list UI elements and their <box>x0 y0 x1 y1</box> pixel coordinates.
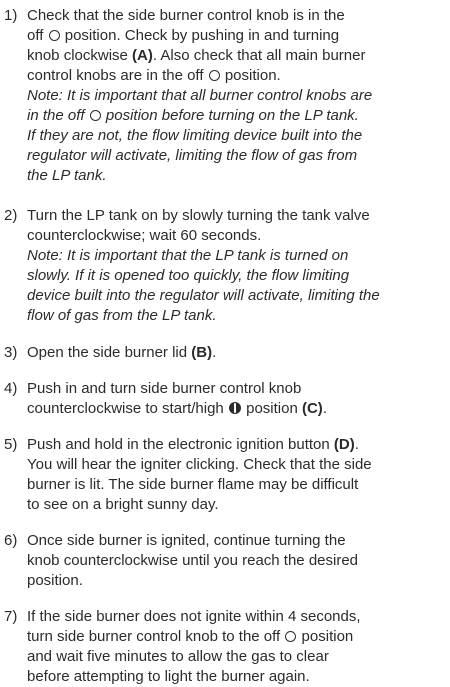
text-line: off position. Check by pushing in and tu… <box>27 27 340 44</box>
text-line: control knobs are in the off position. <box>27 67 281 84</box>
note-text: the LP tank. <box>27 167 107 184</box>
step-number: 1) <box>4 7 18 24</box>
step-text: Turn the LP tank on by slowly turning th… <box>27 206 450 326</box>
text-line: Note: It is important that all burner co… <box>27 86 450 106</box>
figure-ref: (B) <box>191 344 213 361</box>
step-text: Once side burner is ignited, continue tu… <box>27 531 450 591</box>
text-line: Once side burner is ignited, continue tu… <box>27 532 346 549</box>
text-line: knob clockwise (A). Also check that all … <box>27 47 366 64</box>
high-position-icon <box>228 402 241 414</box>
text-line: Check that the side burner control knob … <box>27 7 345 24</box>
step-number: 2) <box>4 207 18 224</box>
text-line: Push in and turn side burner control kno… <box>27 380 302 397</box>
note-text: Note: It is important that all burner co… <box>27 87 373 104</box>
step-text: Push and hold in the electronic ignition… <box>27 435 450 515</box>
text-line: before attempting to light the burner ag… <box>27 668 310 685</box>
text-line: position. <box>27 572 83 589</box>
text-line: to see on a bright sunny day. <box>27 496 219 513</box>
text-line: counterclockwise to start/high position … <box>27 400 327 417</box>
text-line: burner is lit. The side burner flame may… <box>27 476 359 493</box>
note-text: flow of gas from the LP tank. <box>27 307 217 324</box>
text-line: Open the side burner lid (B). <box>27 344 217 361</box>
step-number: 4) <box>4 380 18 397</box>
text-line: You will hear the igniter clicking. Chec… <box>27 456 372 473</box>
off-position-icon <box>89 110 101 121</box>
note-text: Note: It is important that the LP tank i… <box>27 247 349 264</box>
off-position-icon <box>285 631 297 642</box>
text-line: and wait five minutes to allow the gas t… <box>27 648 329 665</box>
text-line: Note: It is important that the LP tank i… <box>27 246 450 266</box>
step-text: Check that the side burner control knob … <box>27 6 450 186</box>
figure-ref: (D) <box>333 436 355 453</box>
text-line: counterclockwise; wait 60 seconds. <box>27 227 262 244</box>
step-number: 7) <box>4 608 18 625</box>
note-text: position before turning on the LP tank. <box>101 107 359 124</box>
note-text: in the off <box>27 107 89 124</box>
note-text: If they are not, the flow limiting devic… <box>27 127 363 144</box>
step-text: Push in and turn side burner control kno… <box>27 379 450 419</box>
text-line: slowly. If it is opened too quickly, the… <box>27 266 450 286</box>
figure-ref: (A) <box>132 47 153 64</box>
off-position-icon <box>48 30 60 41</box>
text-line: device built into the regulator will act… <box>27 286 450 306</box>
figure-ref: (C) <box>301 400 323 417</box>
note-text: slowly. If it is opened too quickly, the… <box>27 267 350 284</box>
step-text: Open the side burner lid (B). <box>27 343 450 363</box>
step-number: 5) <box>4 436 18 453</box>
step-number: 3) <box>4 344 18 361</box>
step-text: If the side burner does not ignite withi… <box>27 607 450 687</box>
text-line: flow of gas from the LP tank. <box>27 306 450 326</box>
text-line: knob counterclockwise until you reach th… <box>27 552 359 569</box>
text-line: turn side burner control knob to the off… <box>27 628 354 645</box>
note-text: regulator will activate, limiting the fl… <box>27 147 358 164</box>
off-position-icon <box>208 70 220 81</box>
note-text: device built into the regulator will act… <box>27 287 380 304</box>
text-line: in the off position before turning on th… <box>27 106 450 126</box>
text-line: the LP tank. <box>27 166 450 186</box>
text-line: regulator will activate, limiting the fl… <box>27 146 450 166</box>
text-line: Turn the LP tank on by slowly turning th… <box>27 207 370 224</box>
text-line: Push and hold in the electronic ignition… <box>27 436 359 453</box>
text-line: If they are not, the flow limiting devic… <box>27 126 450 146</box>
text-line: If the side burner does not ignite withi… <box>27 608 361 625</box>
step-number: 6) <box>4 532 18 549</box>
